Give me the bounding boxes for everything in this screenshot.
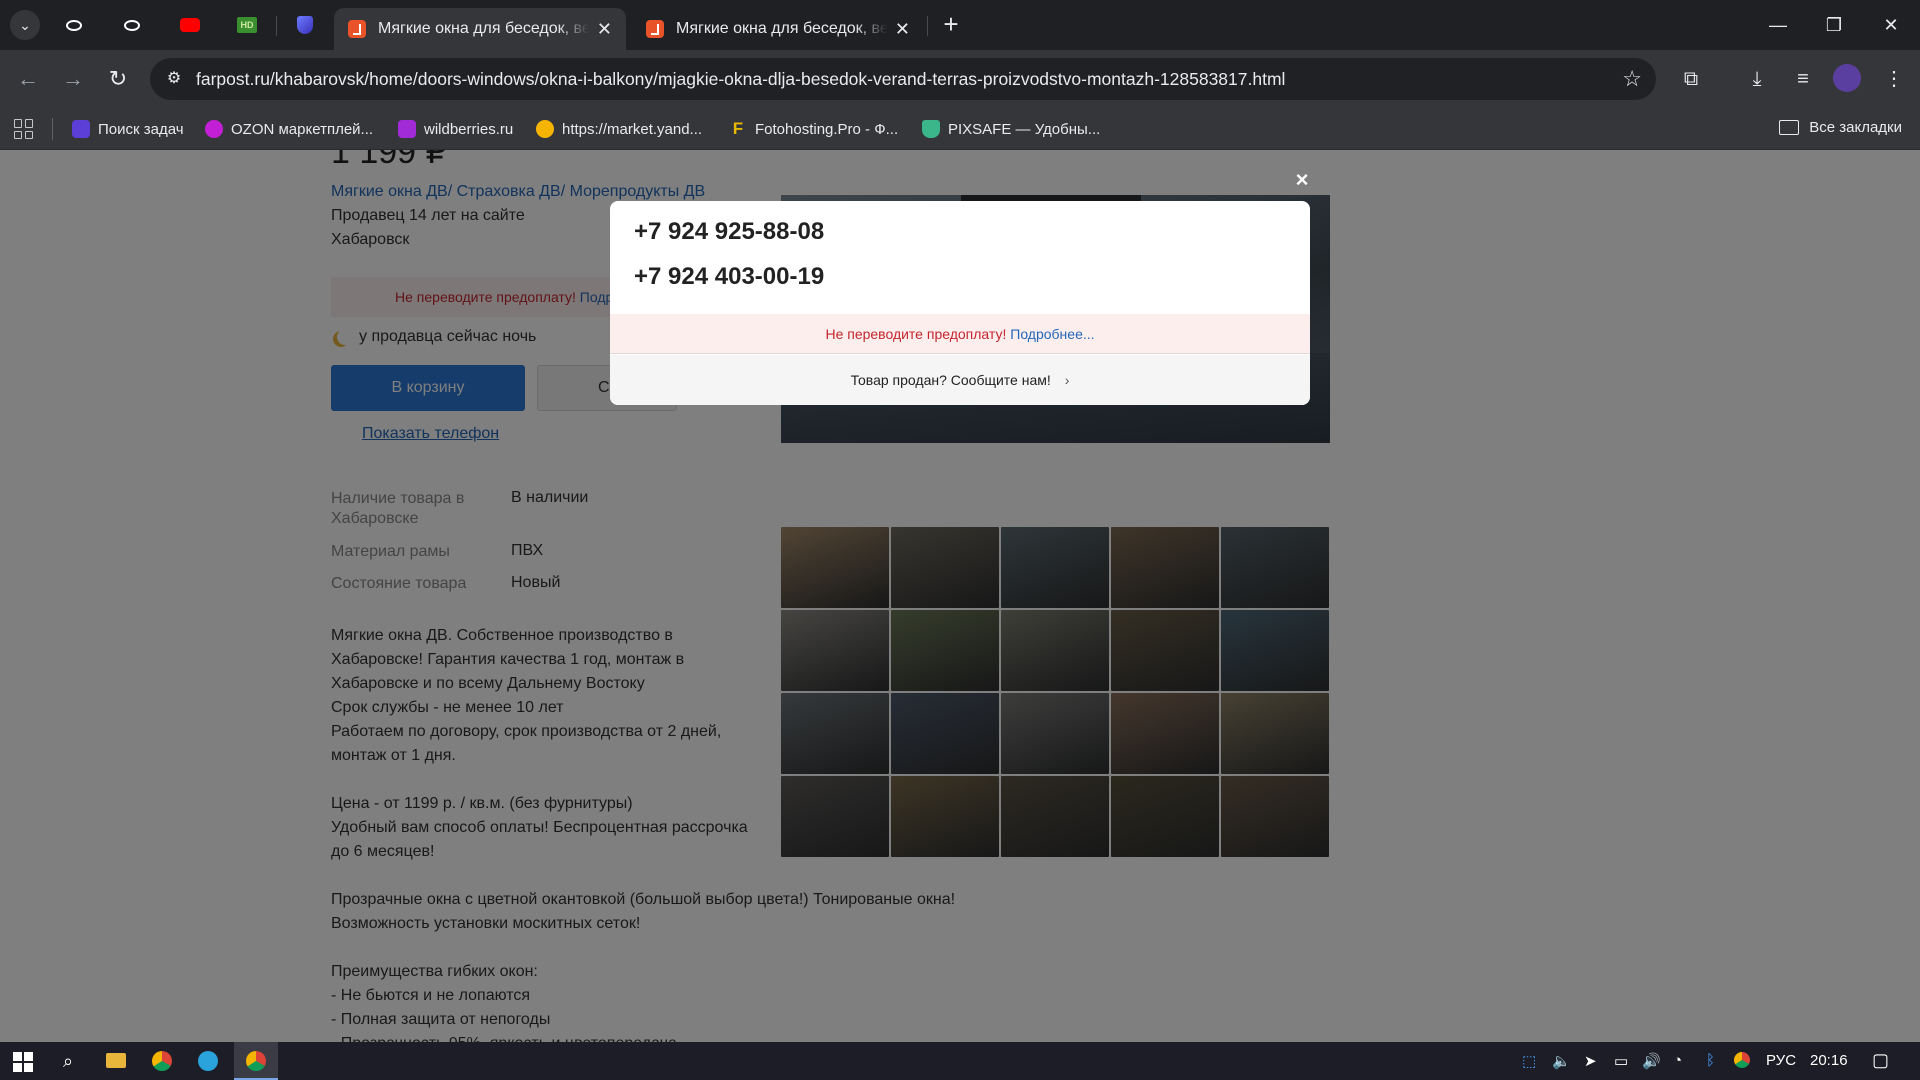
clock[interactable]: 20:16 bbox=[1810, 1052, 1848, 1069]
windows-taskbar: ⌕ ⬚ 🔈 ➤ ▭ 🔊 ◔ ᛒ РУС 20:16 ▢ bbox=[0, 1042, 1920, 1080]
tab-separator bbox=[276, 16, 277, 36]
hd-icon: HD bbox=[237, 17, 257, 33]
profile-avatar[interactable] bbox=[1833, 64, 1861, 92]
bookmark-item[interactable]: https://market.yand... bbox=[536, 119, 702, 139]
restore-icon[interactable]: ❐ bbox=[1814, 8, 1854, 42]
apps-grid-icon[interactable] bbox=[14, 119, 34, 139]
pinned-tab-2[interactable] bbox=[119, 12, 145, 38]
window-close-icon[interactable]: ✕ bbox=[1871, 8, 1911, 42]
search-icon[interactable]: ⌕ bbox=[56, 1049, 80, 1073]
chrome-active-icon[interactable] bbox=[244, 1049, 268, 1073]
telegram-tray-icon[interactable]: ➤ bbox=[1584, 1052, 1597, 1070]
back-arrow-icon[interactable]: ← bbox=[13, 64, 43, 94]
chevron-right-icon: › bbox=[1064, 372, 1070, 388]
bookmark-label: https://market.yand... bbox=[562, 120, 703, 138]
report-sold-button[interactable]: Товар продан? Сообщите нам! › bbox=[610, 355, 1310, 405]
phone-number[interactable]: +7 924 403-00-19 bbox=[634, 263, 824, 291]
phone-modal: +7 924 925-88-08 +7 924 403-00-19 Не пер… bbox=[610, 201, 1310, 405]
tab-strip: ⌄ HD Мягкие окна для беседок, вер ✕ Мягк… bbox=[0, 0, 1920, 50]
pinned-tab-shield[interactable] bbox=[292, 12, 318, 38]
bluetooth-icon[interactable]: ᛒ bbox=[1706, 1052, 1715, 1069]
reload-icon[interactable]: ↻ bbox=[103, 64, 133, 94]
bookmark-item[interactable]: wildberries.ru bbox=[398, 119, 513, 139]
bookmark-label: OZON маркетплей... bbox=[231, 120, 374, 138]
all-bookmarks-label: Все закладки bbox=[1809, 119, 1902, 136]
bookmark-label: Fotohosting.Pro - Ф... bbox=[755, 120, 899, 138]
browser-toolbar: ← → ↻ ⚙ farpost.ru/khabarovsk/home/doors… bbox=[0, 50, 1920, 108]
bookmark-item[interactable]: PIXSAFE — Удобны... bbox=[922, 119, 1100, 139]
tab-search-chevron-icon[interactable]: ⌄ bbox=[10, 10, 40, 40]
site-settings-icon[interactable]: ⚙ bbox=[162, 67, 186, 91]
tab-separator bbox=[927, 16, 928, 36]
bookmark-label: Поиск задач bbox=[98, 120, 184, 138]
tab-inactive[interactable]: Мягкие окна для беседок, вер ✕ bbox=[632, 8, 924, 50]
tab-close-icon[interactable]: ✕ bbox=[597, 19, 612, 40]
pinned-tab-1[interactable] bbox=[61, 12, 87, 38]
language-indicator[interactable]: РУС bbox=[1766, 1052, 1796, 1069]
url-text[interactable]: farpost.ru/khabarovsk/home/doors-windows… bbox=[196, 69, 1285, 90]
all-bookmarks[interactable]: Все закладки bbox=[1779, 119, 1902, 136]
telegram-icon[interactable] bbox=[196, 1049, 220, 1073]
bookmark-favicon-icon bbox=[922, 120, 940, 138]
bookmark-favicon-icon bbox=[205, 120, 223, 138]
farpost-favicon-icon bbox=[348, 20, 366, 38]
shield-icon bbox=[297, 16, 313, 34]
bookmark-item[interactable]: OZON маркетплей... bbox=[205, 119, 373, 139]
volume-icon[interactable]: 🔊 bbox=[1642, 1052, 1661, 1070]
screen-capture-icon[interactable]: ⬚ bbox=[1522, 1052, 1536, 1070]
chrome-tray-icon[interactable] bbox=[1734, 1052, 1750, 1068]
bookmarks-bar: Поиск задач OZON маркетплей... wildberri… bbox=[0, 108, 1920, 150]
bookmark-favicon-icon bbox=[72, 120, 90, 138]
tab-title: Мягкие окна для беседок, вер bbox=[676, 20, 887, 37]
notifications-icon[interactable]: ▢ bbox=[1872, 1050, 1889, 1071]
ring-icon bbox=[124, 19, 140, 31]
phone-number[interactable]: +7 924 925-88-08 bbox=[634, 218, 824, 246]
address-bar[interactable]: ⚙ farpost.ru/khabarovsk/home/doors-windo… bbox=[150, 58, 1656, 100]
pinned-tab-youtube[interactable] bbox=[177, 12, 203, 38]
bookmark-favicon-icon: F bbox=[732, 119, 744, 138]
farpost-favicon-icon bbox=[646, 20, 664, 38]
modal-prepayment-warning: Не переводите предоплату! Подробнее... bbox=[610, 314, 1310, 354]
tab-active[interactable]: Мягкие окна для беседок, вер ✕ bbox=[334, 8, 626, 50]
tab-close-icon[interactable]: ✕ bbox=[895, 19, 910, 40]
bookmark-label: wildberries.ru bbox=[424, 120, 514, 138]
bookmark-favicon-icon bbox=[398, 120, 416, 138]
bookmark-label: PIXSAFE — Удобны... bbox=[948, 120, 1101, 138]
windows-start-icon[interactable] bbox=[10, 1049, 34, 1073]
bookmark-star-icon[interactable]: ☆ bbox=[1622, 66, 1642, 92]
new-tab-plus-icon[interactable]: + bbox=[938, 11, 964, 38]
wifi-icon[interactable]: ◔ bbox=[1673, 1052, 1682, 1069]
download-icon[interactable]: ⤓ bbox=[1742, 64, 1772, 94]
speaker-icon[interactable]: 🔈 bbox=[1552, 1052, 1571, 1070]
tab-title: Мягкие окна для беседок, вер bbox=[378, 20, 589, 37]
modal-close-icon[interactable]: × bbox=[1294, 169, 1310, 191]
page-viewport: 1 199 ₽ Мягкие окна ДВ/ Страховка ДВ/ Мо… bbox=[0, 150, 1920, 1042]
bookmark-item[interactable]: F Fotohosting.Pro - Ф... bbox=[729, 119, 898, 139]
ring-icon bbox=[66, 19, 82, 31]
media-control-icon[interactable]: ≡ bbox=[1788, 64, 1818, 94]
youtube-icon bbox=[180, 18, 200, 32]
bookmark-item[interactable]: Поиск задач bbox=[72, 119, 184, 139]
folder-icon bbox=[1779, 120, 1800, 135]
minimize-icon[interactable]: — bbox=[1758, 8, 1798, 42]
extensions-puzzle-icon[interactable]: ⧉ bbox=[1676, 64, 1706, 94]
modal-warning-more-link[interactable]: Подробнее... bbox=[1010, 326, 1094, 342]
chrome-icon[interactable] bbox=[150, 1049, 174, 1073]
battery-icon[interactable]: ▭ bbox=[1614, 1052, 1628, 1070]
modal-warning-text: Не переводите предоплату! bbox=[825, 326, 1007, 342]
menu-kebab-icon[interactable]: ⋮ bbox=[1879, 64, 1909, 94]
file-explorer-icon[interactable] bbox=[104, 1049, 128, 1073]
pinned-tab-hd[interactable]: HD bbox=[234, 12, 260, 38]
forward-arrow-icon[interactable]: → bbox=[58, 64, 88, 94]
bookmark-favicon-icon bbox=[536, 120, 554, 138]
report-sold-label: Товар продан? Сообщите нам! bbox=[850, 372, 1051, 388]
bookmark-separator bbox=[52, 118, 53, 140]
